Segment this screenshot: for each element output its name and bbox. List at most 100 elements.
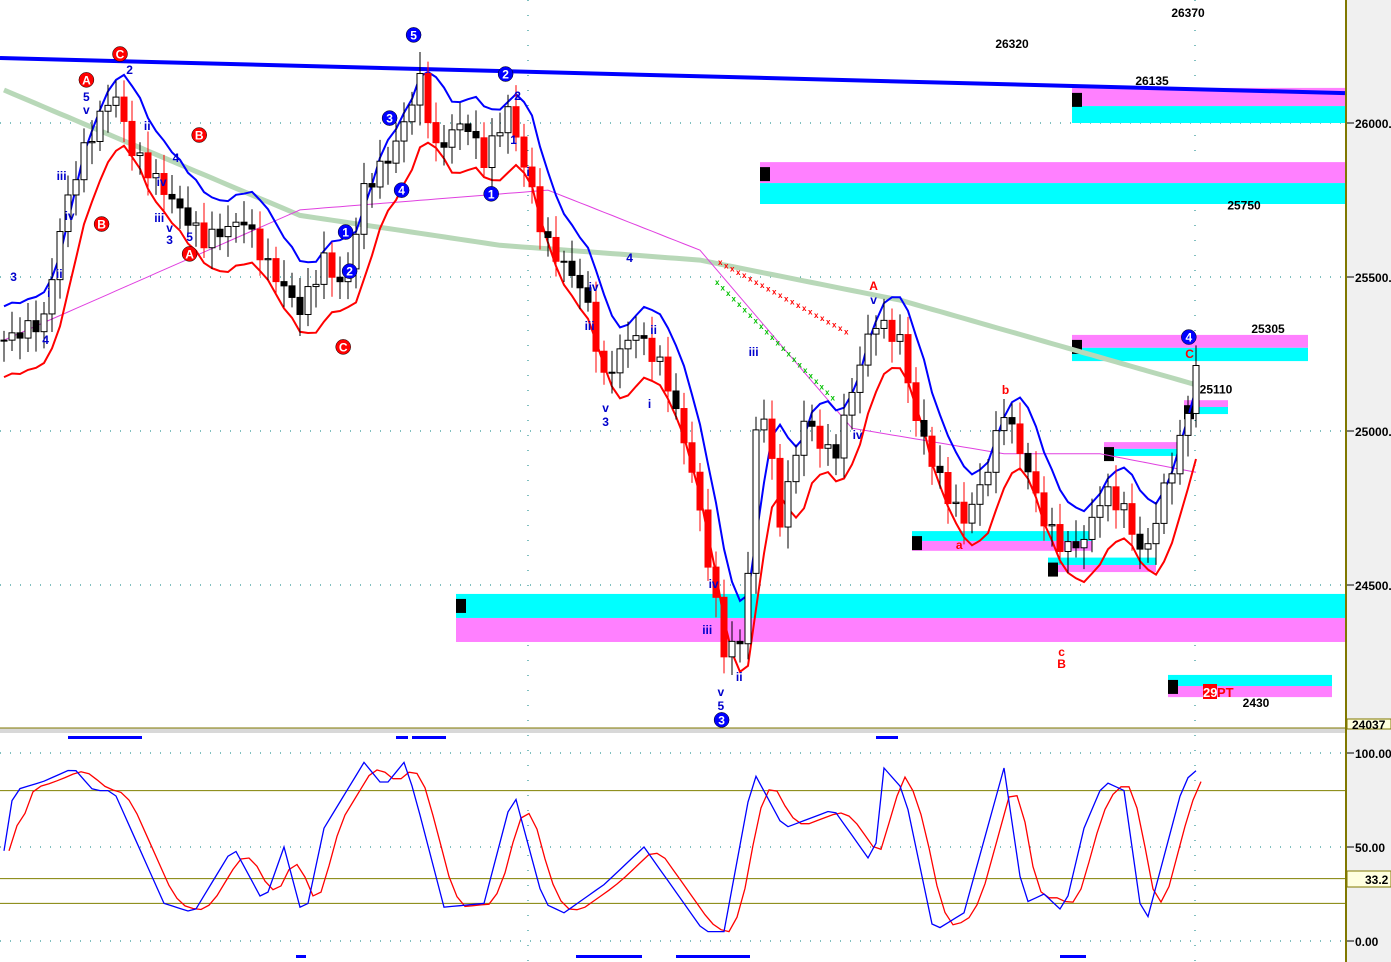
candle-body — [960, 501, 968, 524]
candle-body — [536, 186, 544, 233]
candle-body — [680, 408, 688, 444]
wave-label: iv — [157, 175, 167, 189]
candle-body — [920, 419, 928, 437]
wave-label: iii — [585, 319, 595, 333]
candle-body — [888, 319, 896, 342]
signal-marker: x — [765, 328, 770, 337]
candle-body — [232, 221, 240, 227]
wave-label: v — [602, 401, 609, 415]
zone-marker — [1048, 562, 1058, 577]
signal-dash — [412, 736, 446, 739]
wave-label: 4 — [1185, 331, 1192, 345]
candle-body — [184, 207, 192, 226]
candle-body — [568, 260, 576, 276]
signal-marker: x — [803, 366, 808, 375]
signal-marker: x — [809, 372, 814, 381]
zone-cyan — [1104, 448, 1180, 456]
candle-body — [616, 348, 624, 374]
candle-body — [1160, 482, 1168, 524]
candle-body — [632, 335, 640, 341]
candle-body — [1120, 503, 1128, 511]
signal-dash — [676, 955, 750, 958]
trading-chart[interactable]: xxxxxxxxxxxxxxxxxxxxxxxxxxxxxxxxxxxxxxxx… — [0, 0, 1391, 962]
candle-body — [864, 333, 872, 366]
candle-body — [816, 425, 824, 449]
wave-label: 3 — [718, 713, 725, 727]
candle-body — [1040, 492, 1048, 527]
candle-body — [800, 420, 808, 456]
wave-label: v — [717, 685, 724, 699]
candle-body — [976, 484, 984, 505]
y-tick-label: 24500. — [1355, 579, 1391, 593]
candle-body — [144, 152, 152, 179]
zone-cyan — [1072, 106, 1345, 123]
candle-body — [376, 160, 384, 188]
candle-body — [432, 122, 440, 144]
candle-body — [696, 471, 704, 511]
candle-body — [1184, 412, 1192, 436]
candle-body — [672, 390, 680, 410]
candle-body — [248, 224, 256, 230]
signal-dash — [576, 955, 642, 958]
price-annotation: 2430 — [1243, 696, 1270, 710]
wave-label: iv — [709, 577, 719, 591]
candle-body — [600, 350, 608, 373]
zone-cyan — [456, 593, 1345, 618]
candle-body — [112, 96, 120, 106]
signal-marker: x — [796, 301, 801, 310]
candle-body — [504, 106, 512, 134]
candle-body — [904, 334, 912, 384]
signal-marker: x — [820, 383, 825, 392]
candle-body — [368, 183, 376, 188]
candle-body — [928, 435, 936, 467]
wave-label: 1 — [510, 133, 517, 147]
candle-body — [1128, 503, 1136, 535]
candle-body — [792, 454, 800, 483]
wave-label: a — [956, 538, 963, 552]
signal-dash — [396, 736, 408, 739]
zone-marker — [1072, 92, 1082, 107]
signal-marker: x — [787, 350, 792, 359]
wave-label: 5 — [717, 699, 724, 713]
candle-body — [832, 444, 840, 459]
candle-body — [1144, 543, 1152, 550]
candle-body — [224, 225, 232, 238]
zone-magenta — [456, 617, 1345, 642]
chart-canvas[interactable]: xxxxxxxxxxxxxxxxxxxxxxxxxxxxxxxxxxxxxxxx… — [0, 0, 1391, 962]
wave-label: 3 — [166, 233, 173, 247]
signal-marker: x — [838, 324, 843, 333]
signal-marker: x — [781, 344, 786, 353]
stoch-d-line — [8, 769, 1202, 933]
price-annotation: 26135 — [1135, 74, 1169, 88]
candle-body — [624, 339, 632, 350]
candle-body — [1112, 486, 1120, 511]
signal-marker: x — [778, 291, 783, 300]
wave-label: A — [185, 247, 194, 261]
candle-body — [16, 332, 24, 339]
candle-body — [440, 142, 448, 148]
candle-body — [1000, 417, 1008, 432]
last-price-label: 24037 — [1352, 718, 1386, 732]
wave-label: B — [195, 129, 204, 143]
candle-body — [952, 501, 960, 505]
candle-body — [744, 572, 752, 645]
signal-marker: x — [776, 339, 781, 348]
candle-body — [296, 296, 304, 315]
pane-divider — [0, 728, 1391, 733]
candle-body — [496, 132, 504, 137]
candle-body — [280, 281, 288, 287]
candle-body — [464, 123, 472, 132]
signal-marker: x — [742, 271, 747, 280]
wave-label: 4 — [173, 151, 180, 165]
candle-body — [1088, 516, 1096, 540]
candle-body — [1016, 423, 1024, 454]
candle-body — [384, 160, 392, 164]
wave-label: i — [526, 165, 529, 179]
signal-marker: x — [748, 311, 753, 320]
signal-dash — [296, 955, 306, 958]
candle-body — [216, 228, 224, 238]
price-annotation: 25750 — [1227, 199, 1261, 213]
candle-body — [272, 258, 280, 283]
wave-label: A — [869, 279, 878, 293]
candle-body — [0, 339, 8, 342]
